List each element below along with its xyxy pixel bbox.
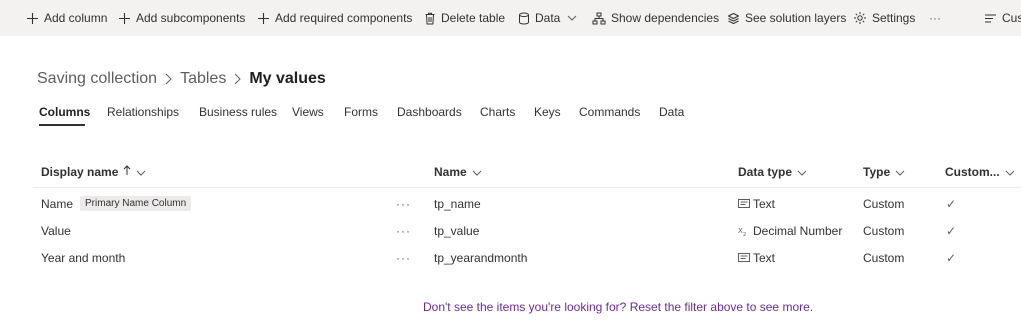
text-type-icon: [738, 253, 750, 262]
checkmark-icon: ✓: [946, 223, 957, 238]
delete-table-button[interactable]: Delete table: [424, 0, 505, 36]
breadcrumb-tables[interactable]: Tables: [180, 70, 226, 88]
add-required-components-button[interactable]: Add required components: [257, 0, 412, 36]
table-row[interactable]: Year and month ··· tp_yearandmonth Text …: [33, 244, 1021, 271]
row-type: Custom: [863, 250, 905, 265]
layers-icon: [727, 12, 740, 25]
text-type-icon: [738, 199, 750, 208]
plus-icon: [26, 12, 39, 25]
primary-name-badge: Primary Name Column: [80, 196, 192, 211]
display-name-value: Year and month: [41, 250, 126, 265]
customize-label: Cus: [1002, 11, 1021, 25]
show-dependencies-button[interactable]: Show dependencies: [592, 0, 719, 36]
row-type: Custom: [863, 196, 905, 211]
see-solution-layers-button[interactable]: See solution layers: [727, 0, 846, 36]
chevron-down-icon: [895, 165, 905, 179]
tab-columns[interactable]: Columns: [39, 105, 90, 119]
columns-table-header: Display name Name Data type Type Custom.…: [33, 156, 1021, 188]
header-type-label: Type: [863, 164, 891, 179]
list-icon: [984, 13, 997, 24]
trash-icon: [424, 12, 436, 25]
chevron-down-icon: [472, 165, 482, 179]
row-name: tp_value: [434, 223, 480, 238]
display-name-value: Value: [41, 223, 71, 238]
header-name[interactable]: Name: [434, 156, 482, 187]
header-data-type-label: Data type: [738, 164, 793, 179]
plus-icon: [257, 12, 270, 25]
page-title: My values: [249, 70, 326, 87]
see-solution-layers-label: See solution layers: [745, 11, 847, 25]
command-bar: Add column Add subcomponents Add require…: [0, 0, 1021, 36]
decimal-type-icon: X2: [738, 226, 750, 236]
tab-data[interactable]: Data: [659, 105, 684, 119]
table-row[interactable]: Name Primary Name Column ··· tp_name Tex…: [33, 190, 1021, 217]
tab-commands[interactable]: Commands: [579, 105, 640, 119]
row-name: tp_name: [434, 196, 481, 211]
header-name-label: Name: [434, 164, 467, 179]
chevron-down-icon: [797, 165, 807, 179]
header-display-name-label: Display name: [41, 164, 119, 179]
row-name: tp_yearandmonth: [434, 250, 528, 265]
tab-dashboards[interactable]: Dashboards: [397, 105, 462, 119]
tab-forms[interactable]: Forms: [344, 105, 378, 119]
header-customizable[interactable]: Custom...: [945, 156, 1015, 187]
tab-views[interactable]: Views: [292, 105, 324, 119]
show-dependencies-label: Show dependencies: [611, 11, 720, 25]
header-type[interactable]: Type: [863, 156, 905, 187]
breadcrumb-root[interactable]: Saving collection: [37, 70, 157, 88]
display-name-value: Name: [41, 196, 74, 211]
checkmark-icon: ✓: [946, 250, 957, 265]
add-column-button[interactable]: Add column: [26, 0, 107, 36]
chevron-down-icon: [136, 165, 146, 179]
settings-label: Settings: [872, 11, 916, 25]
database-icon: [518, 12, 530, 25]
svg-text:2: 2: [743, 232, 746, 236]
row-display-name: Name Primary Name Column: [41, 190, 192, 217]
data-type-value: Text: [753, 196, 776, 211]
delete-table-label: Delete table: [441, 11, 506, 25]
active-tab-indicator: [39, 124, 85, 126]
row-data-type: X2 Decimal Number: [738, 217, 842, 244]
add-column-label: Add column: [44, 11, 108, 25]
row-more-button[interactable]: ···: [396, 217, 411, 244]
data-type-value: Text: [753, 250, 776, 265]
table-row[interactable]: Value ··· tp_value X2 Decimal Number Cus…: [33, 217, 1021, 244]
checkmark-icon: ✓: [946, 196, 957, 211]
customize-button[interactable]: Cus: [984, 0, 1021, 36]
filter-reset-link[interactable]: Don't see the items you're looking for? …: [423, 300, 813, 314]
data-menu-button[interactable]: Data: [518, 0, 577, 36]
add-subcomponents-button[interactable]: Add subcomponents: [118, 0, 245, 36]
settings-button[interactable]: Settings: [853, 0, 915, 36]
chevron-down-icon: [567, 15, 577, 21]
breadcrumb: Saving collection Tables My values: [37, 68, 326, 90]
row-display-name: Value: [41, 217, 71, 244]
gear-icon: [853, 11, 867, 25]
row-data-type: Text: [738, 190, 775, 217]
chevron-right-icon: [165, 73, 172, 85]
tab-business-rules[interactable]: Business rules: [199, 105, 277, 119]
row-type: Custom: [863, 223, 905, 238]
header-display-name[interactable]: Display name: [41, 156, 146, 187]
chevron-down-icon: [1005, 165, 1015, 179]
hierarchy-icon: [592, 12, 606, 25]
row-data-type: Text: [738, 244, 775, 271]
header-customizable-label: Custom...: [945, 164, 1000, 179]
header-data-type[interactable]: Data type: [738, 156, 807, 187]
tab-keys[interactable]: Keys: [534, 105, 561, 119]
tab-charts[interactable]: Charts: [480, 105, 515, 119]
filter-reset-message: Don't see the items you're looking for? …: [0, 298, 1021, 316]
more-commands-label: ···: [929, 11, 941, 25]
chevron-right-icon: [234, 73, 242, 85]
tab-relationships[interactable]: Relationships: [107, 105, 179, 119]
sort-ascending-icon: [123, 164, 131, 179]
data-menu-label: Data: [535, 11, 561, 25]
plus-icon: [118, 12, 131, 25]
row-display-name: Year and month: [41, 244, 125, 271]
data-type-value: Decimal Number: [753, 223, 843, 238]
row-more-button[interactable]: ···: [396, 244, 411, 271]
add-required-components-label: Add required components: [275, 11, 413, 25]
row-more-button[interactable]: ···: [396, 190, 411, 217]
more-commands-button[interactable]: ···: [929, 0, 941, 36]
add-subcomponents-label: Add subcomponents: [136, 11, 246, 25]
